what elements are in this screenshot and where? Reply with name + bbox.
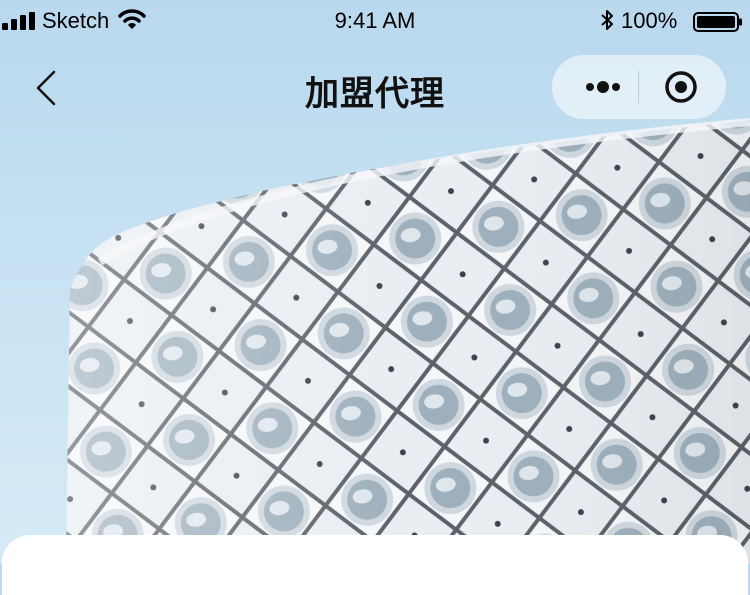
capsule-divider — [638, 71, 639, 103]
close-button[interactable] — [648, 55, 714, 119]
more-button[interactable] — [570, 55, 636, 119]
mini-program-capsule — [552, 55, 726, 119]
battery-percentage: 100% — [621, 8, 678, 33]
navigation-bar: 加盟代理 — [0, 44, 750, 132]
target-circle-icon — [665, 71, 697, 103]
bluetooth-icon — [601, 10, 613, 30]
status-bar: Sketch 9:41 AM 100% — [0, 0, 750, 44]
more-dots-icon — [586, 81, 620, 93]
battery-icon — [693, 12, 742, 32]
content-card — [2, 535, 748, 595]
